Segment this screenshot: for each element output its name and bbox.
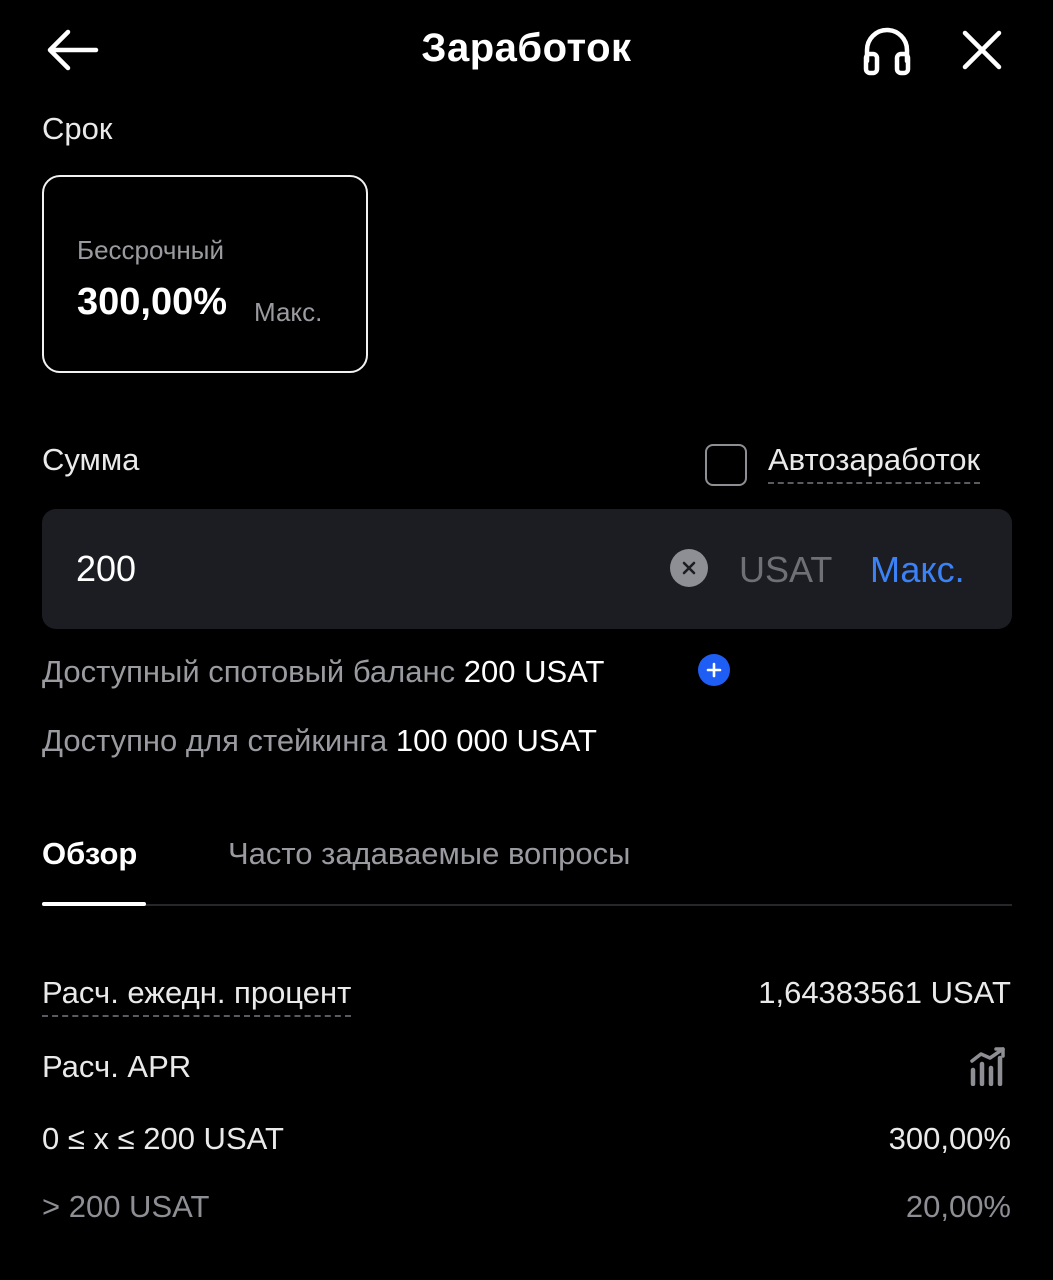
tier-1-rate: 300,00% xyxy=(888,1121,1011,1156)
amount-label: Сумма xyxy=(42,442,140,477)
apr-label: Расч. APR xyxy=(42,1049,192,1084)
close-button[interactable] xyxy=(952,22,1012,78)
auto-earn-checkbox[interactable] xyxy=(705,444,747,486)
staking-available-label: Доступно для стейкинга xyxy=(42,723,388,758)
currency-label: USAT xyxy=(739,549,833,590)
tier-2-rate: 20,00% xyxy=(905,1189,1011,1224)
clear-icon xyxy=(682,561,696,575)
active-tab-indicator xyxy=(42,902,146,906)
staking-available-line: Доступно для стейкинга 100 000 USAT xyxy=(42,723,597,759)
amount-input[interactable] xyxy=(76,547,636,591)
tab-overview[interactable]: Обзор xyxy=(42,836,137,872)
tier-1-range: 0 ≤ x ≤ 200 USAT xyxy=(42,1121,284,1156)
tabs: Обзор Часто задаваемые вопросы xyxy=(42,830,1012,906)
chart-icon xyxy=(970,1047,1005,1086)
daily-interest-value: 1,64383561 USAT xyxy=(758,975,1011,1010)
add-funds-button[interactable] xyxy=(698,654,730,686)
auto-earn-label[interactable]: Автозаработок xyxy=(768,442,981,484)
clear-button[interactable] xyxy=(670,549,708,587)
spot-balance-value: 200 USAT xyxy=(463,654,605,689)
headphones-icon xyxy=(863,27,911,76)
staking-available-value: 100 000 USAT xyxy=(395,723,597,758)
term-rate: 300,00% xyxy=(77,281,228,323)
term-card-perpetual[interactable]: Бессрочный 300,00% Макс. xyxy=(42,175,368,373)
amount-field[interactable]: USAT Макс. xyxy=(42,509,1012,629)
spot-balance-line: Доступный спотовый баланс 200 USAT xyxy=(42,654,730,690)
close-icon xyxy=(962,30,1002,70)
term-name: Бессрочный xyxy=(77,235,224,265)
term-label: Срок xyxy=(42,111,113,146)
support-button[interactable] xyxy=(855,20,919,80)
spot-balance-label: Доступный спотовый баланс xyxy=(42,654,456,689)
term-max-label: Макс. xyxy=(254,297,323,327)
header: Заработок xyxy=(0,0,1053,100)
plus-icon xyxy=(706,662,722,678)
tier-2-range: > 200 USAT xyxy=(42,1189,210,1224)
max-button[interactable]: Макс. xyxy=(870,549,965,591)
daily-interest-label[interactable]: Расч. ежедн. процент xyxy=(42,975,352,1017)
tab-faq[interactable]: Часто задаваемые вопросы xyxy=(228,836,630,872)
apr-chart-button[interactable] xyxy=(966,1044,1012,1088)
